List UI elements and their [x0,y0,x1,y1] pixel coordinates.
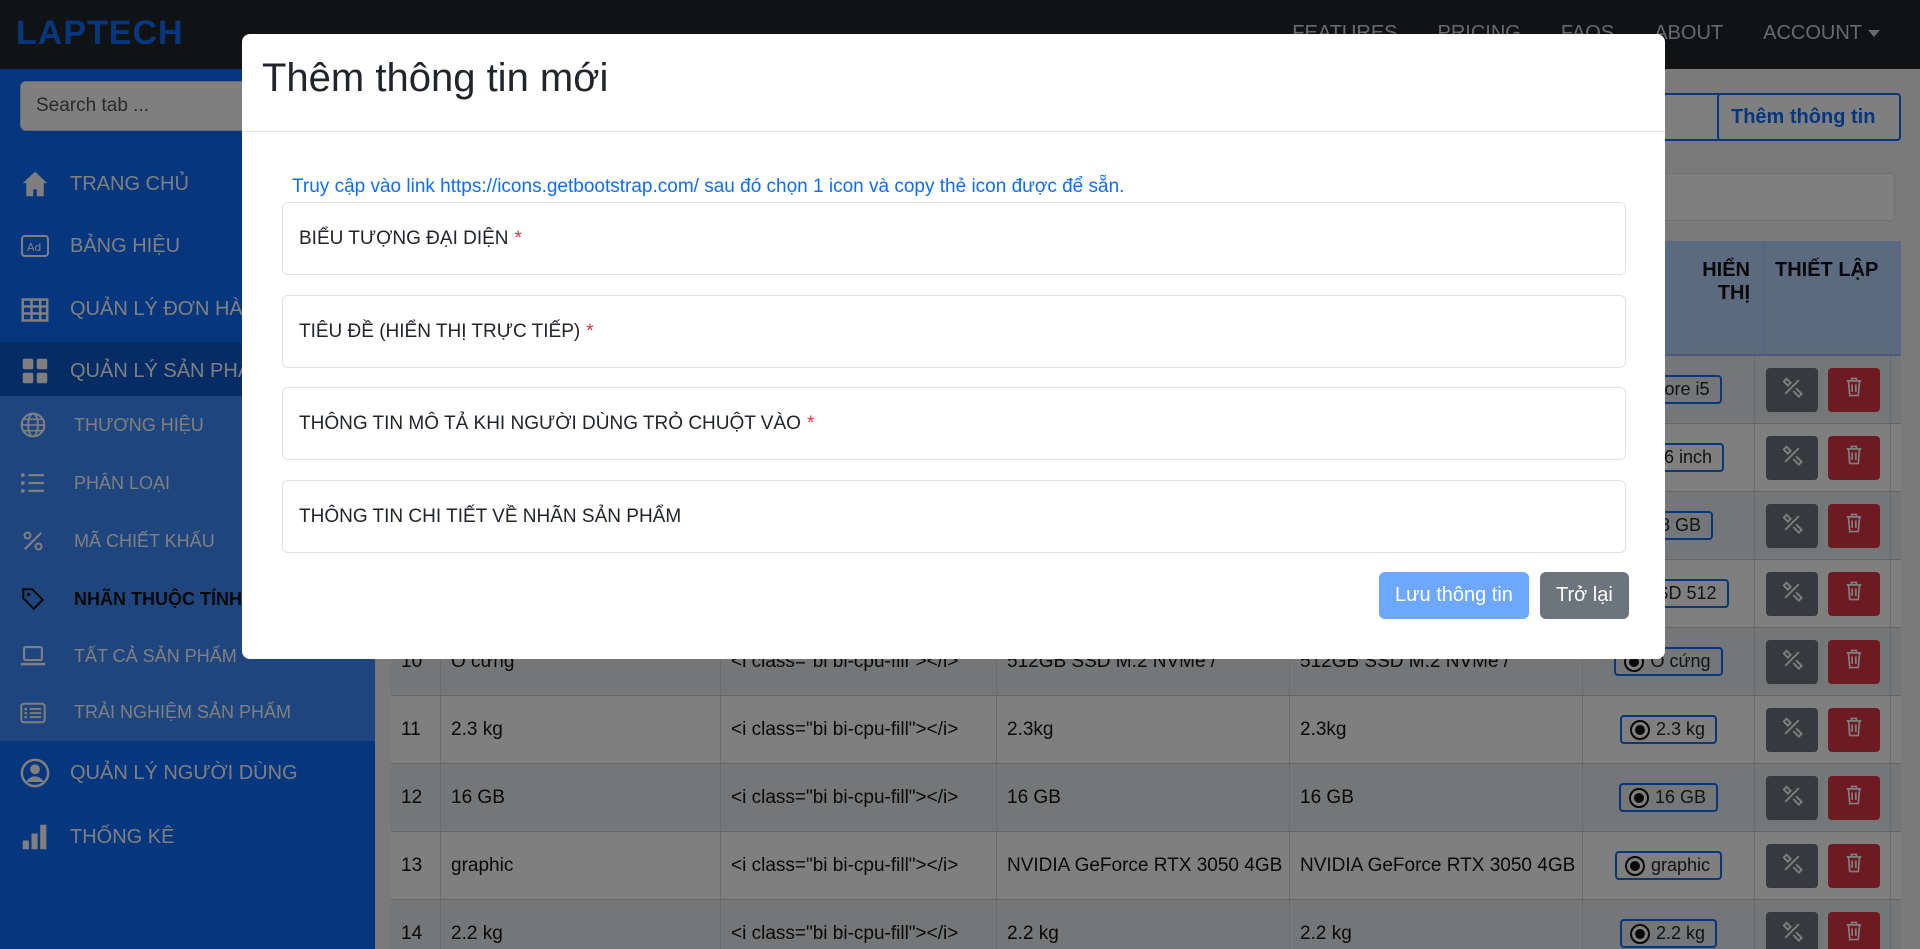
modal-title: Thêm thông tin mới [262,56,609,100]
required-mark: * [514,227,522,249]
field-label: TIÊU ĐỀ (HIỂN THỊ TRỰC TIẾP) [299,320,581,342]
required-mark: * [806,412,815,434]
modal-header: Thêm thông tin mới [242,34,1665,132]
required-mark: * [586,320,594,342]
title-field[interactable]: TIÊU ĐỀ (HIỂN THỊ TRỰC TIẾP) * [282,295,1626,368]
icon-field[interactable]: BIỂU TƯỢNG ĐẠI DIỆN * [282,202,1626,275]
hover-description-field[interactable]: THÔNG TIN MÔ TẢ KHI NGƯỜI DÙNG TRỎ CHUỘT… [282,387,1626,460]
field-label: THÔNG TIN MÔ TẢ KHI NGƯỜI DÙNG TRỎ CHUỘT… [299,412,801,434]
detail-field[interactable]: THÔNG TIN CHI TIẾT VỀ NHÃN SẢN PHẨM [282,480,1626,553]
save-button[interactable]: Lưu thông tin [1379,572,1529,619]
add-info-modal: Thêm thông tin mới Truy cập vào link htt… [242,34,1665,659]
field-label: THÔNG TIN CHI TIẾT VỀ NHÃN SẢN PHẨM [299,505,682,527]
field-label: BIỂU TƯỢNG ĐẠI DIỆN [299,227,509,249]
back-button[interactable]: Trở lại [1540,572,1629,619]
icon-hint-text: Truy cập vào link https://icons.getboots… [292,176,1125,197]
